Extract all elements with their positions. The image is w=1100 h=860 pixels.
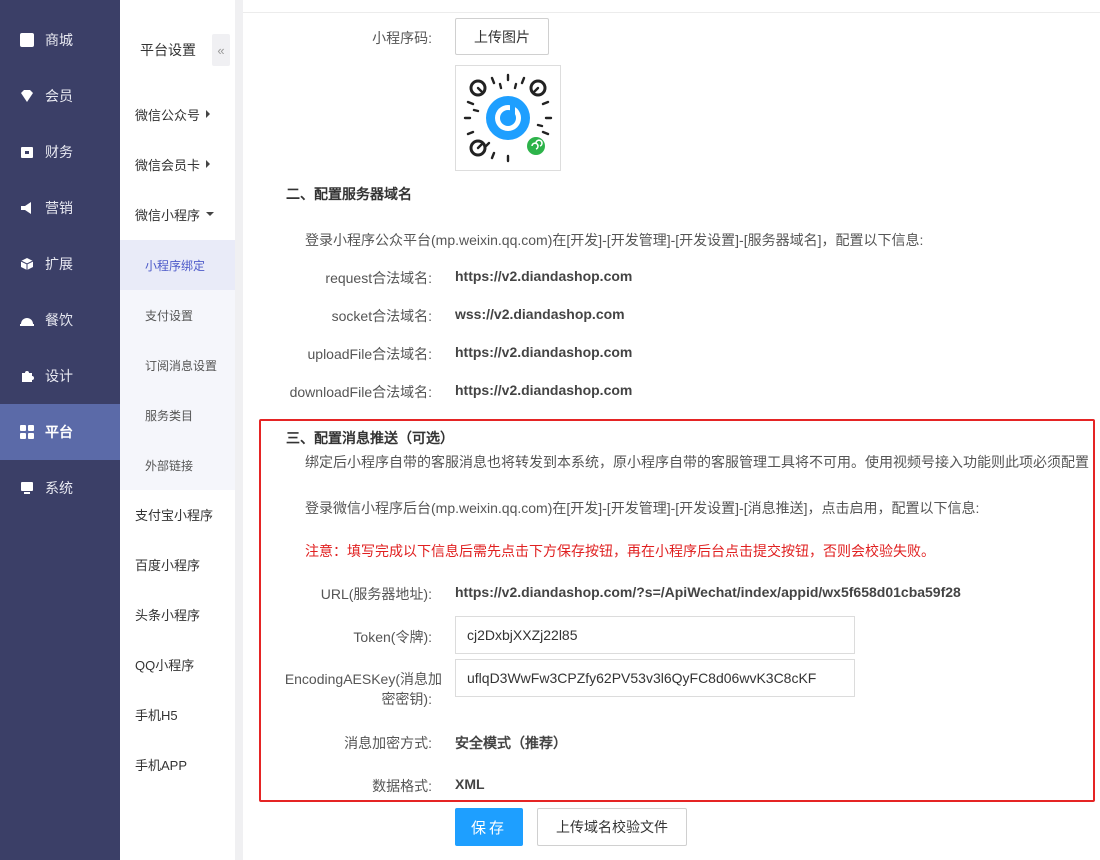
monitor-icon [20,481,34,495]
url-label: URL(服务器地址): [320,586,432,602]
downloadfile-domain-value: https://v2.diandashop.com [455,382,633,398]
token-label: Token(令牌): [353,629,432,645]
section3-description: 登录微信小程序后台(mp.weixin.qq.com)在[开发]-[开发管理]-… [305,500,980,516]
sidebar-subitem-subscribe[interactable]: 订阅消息设置 [120,340,235,390]
uploadfile-domain-label: uploadFile合法域名: [307,346,433,362]
data-format-label: 数据格式: [372,778,432,794]
encrypt-mode-value: 安全模式（推荐） [455,735,567,751]
finance-icon [20,145,34,159]
nav-label: 财务 [45,144,73,160]
cube-icon [20,257,34,271]
qrcode-label: 小程序码: [372,30,432,46]
nav-item-member[interactable]: 会员 [0,68,120,124]
mini-program-qrcode [455,65,561,171]
section2-title: 二、配置服务器域名 [286,186,412,202]
section3-title: 三、配置消息推送（可选） [286,430,454,446]
section2-description: 登录小程序公众平台(mp.weixin.qq.com)在[开发]-[开发管理]-… [305,232,924,248]
collapse-sidebar-button[interactable]: « [212,34,230,66]
megaphone-icon [20,201,34,215]
token-input[interactable]: cj2DxbjXXZj22l85 [455,616,855,654]
sidebar-subitem-pay[interactable]: 支付设置 [120,290,235,340]
member-icon [20,89,34,103]
sidebar-item-wx-mini[interactable]: 微信小程序 [120,189,235,239]
request-domain-label: request合法域名: [325,270,432,286]
nav-item-system[interactable]: 系统 [0,460,120,516]
sidebar-item-label: 微信会员卡 [135,157,201,173]
sidebar-item-wx-card[interactable]: 微信会员卡 [120,139,235,189]
sidebar-subitem-category[interactable]: 服务类目 [120,390,235,440]
nav-label: 餐饮 [45,312,73,328]
sidebar-divider [235,0,243,860]
aes-key-label: EncodingAESKey(消息加 密密钥): [270,669,442,709]
secondary-sidebar: 平台设置 « 微信公众号 微信会员卡 微信小程序 小程序绑定 支付设置 订阅消息… [120,0,235,860]
nav-label: 设计 [45,368,73,384]
nav-label: 系统 [45,480,73,496]
nav-item-platform[interactable]: 平台 [0,404,120,460]
sidebar-title: 平台设置 [140,42,196,58]
nav-label: 商城 [45,32,73,48]
caret-right-icon [206,110,211,118]
nav-item-shop[interactable]: 商城 [0,12,120,68]
aes-key-label-line2: 密密钥): [381,691,432,707]
dining-icon [20,313,34,327]
data-format-value: XML [455,776,485,792]
url-value: https://v2.diandashop.com/?s=/ApiWechat/… [455,584,961,600]
nav-label: 平台 [45,424,73,440]
socket-domain-label: socket合法域名: [331,308,432,324]
section3-note: 绑定后小程序自带的客服消息也将转发到本系统，原小程序自带的客服管理工具将不可用。… [305,454,1089,470]
uploadfile-domain-value: https://v2.diandashop.com [455,344,633,360]
sidebar-item-alipay[interactable]: 支付宝小程序 [120,489,235,539]
nav-item-dining[interactable]: 餐饮 [0,292,120,348]
sidebar-item-label: 微信小程序 [135,207,201,223]
nav-label: 会员 [45,88,73,104]
sidebar-item-wx-official[interactable]: 微信公众号 [120,89,235,139]
nav-label: 扩展 [45,256,73,272]
caret-down-icon [206,212,215,216]
nav-label: 营销 [45,200,73,216]
downloadfile-domain-label: downloadFile合法域名: [289,384,432,400]
primary-sidebar: 商城 会员 财务 营销 扩展 餐饮 设计 平台 系统 [0,0,120,860]
sidebar-item-toutiao[interactable]: 头条小程序 [120,589,235,639]
request-domain-value: https://v2.diandashop.com [455,268,633,284]
sidebar-item-app[interactable]: 手机APP [120,739,235,789]
aes-key-input[interactable]: uflqD3WwFw3CPZfy62PV53v3l6QyFC8d06wvK3C8… [455,659,855,697]
save-warning: 注意：填写完成以下信息后需先点击下方保存按钮，再在小程序后台点击提交按钮，否则会… [305,543,935,559]
top-divider [243,12,1100,13]
nav-item-design[interactable]: 设计 [0,348,120,404]
sidebar-item-h5[interactable]: 手机H5 [120,689,235,739]
upload-image-button[interactable]: 上传图片 [455,18,549,55]
sidebar-item-label: 微信公众号 [135,107,201,123]
aes-key-label-line1: EncodingAESKey(消息加 [284,671,442,687]
sidebar-item-baidu[interactable]: 百度小程序 [120,539,235,589]
grid-icon [20,425,34,439]
nav-item-marketing[interactable]: 营销 [0,180,120,236]
nav-item-finance[interactable]: 财务 [0,124,120,180]
sidebar-subitem-link[interactable]: 外部链接 [120,440,235,490]
shop-icon [20,33,34,47]
sidebar-item-qq[interactable]: QQ小程序 [120,639,235,689]
caret-right-icon [206,160,211,168]
puzzle-icon [20,369,34,383]
socket-domain-value: wss://v2.diandashop.com [455,306,625,322]
save-button[interactable]: 保存 [455,808,523,846]
nav-item-extend[interactable]: 扩展 [0,236,120,292]
upload-verify-file-button[interactable]: 上传域名校验文件 [537,808,687,846]
encrypt-mode-label: 消息加密方式: [344,735,432,751]
sidebar-subitem-bind[interactable]: 小程序绑定 [120,240,235,290]
